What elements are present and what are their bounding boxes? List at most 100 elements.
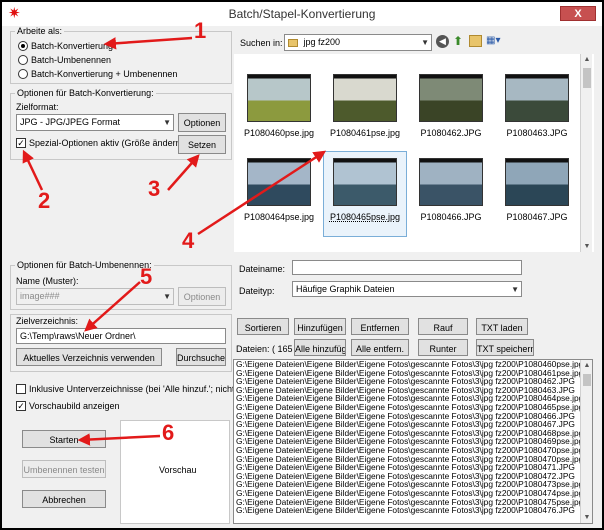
- app-logo-icon: ✷: [8, 5, 21, 22]
- rename-legend: Optionen für Batch-Umbenennen:: [17, 260, 152, 270]
- include-subdirectories-checkbox[interactable]: Inklusive Unterverzeichnisse (bei 'Alle …: [16, 384, 262, 394]
- annotation-number-1: 1: [194, 18, 207, 43]
- conversion-options-button[interactable]: Optionen: [178, 113, 226, 132]
- filetype-value: Häufige Graphik Dateien: [296, 284, 395, 294]
- scrollbar-thumb[interactable]: [583, 68, 591, 88]
- target-directory-input[interactable]: G:\Temp\raws\Neuer Ordner\: [16, 328, 226, 344]
- target-format-select[interactable]: JPG - JPG/JPEG Format ▼: [16, 114, 174, 131]
- folder-name: jpg fz200: [303, 37, 341, 47]
- thumbnail-image: [419, 158, 483, 206]
- scrollbar-thumb[interactable]: [583, 374, 591, 386]
- thumbnail-caption: P1080465pse.jpg: [329, 212, 401, 222]
- down-button[interactable]: Runter: [418, 339, 468, 356]
- window-title: Batch/Stapel-Konvertierung: [228, 7, 376, 21]
- thumbnail-item[interactable]: P1080463.JPG: [496, 74, 578, 138]
- annotation-number-2: 2: [38, 188, 51, 213]
- special-options-checkbox[interactable]: ✓ Spezial-Optionen aktiv (Größe ändern e…: [16, 138, 201, 148]
- radio-indicator: [18, 69, 28, 79]
- chevron-down-icon: ▼: [421, 38, 429, 47]
- folder-icon: [288, 38, 298, 47]
- checkbox-indicator: ✓: [16, 138, 26, 148]
- annotation-number-3: 3: [148, 176, 161, 201]
- show-preview-checkbox[interactable]: ✓ Vorschaubild anzeigen: [16, 401, 120, 411]
- rename-pattern-select[interactable]: image### ▼: [16, 288, 174, 305]
- conversion-legend: Optionen für Batch-Konvertierung:: [17, 88, 154, 98]
- thumbnail-caption: P1080463.JPG: [506, 128, 568, 138]
- thumbnail-image: [505, 158, 569, 206]
- annotation-arrow-3: [167, 154, 200, 191]
- rename-options-button[interactable]: Optionen: [178, 287, 226, 306]
- thumbnail-image: [419, 74, 483, 122]
- scroll-up-icon[interactable]: ▲: [581, 56, 593, 63]
- browse-button[interactable]: Durchsuchen: [176, 348, 226, 366]
- file-list[interactable]: G:\Eigene Dateien\Eigene Bilder\Eigene F…: [233, 359, 593, 524]
- radio-batch-convert-rename[interactable]: Batch-Konvertierung + Umbenennen: [18, 69, 177, 79]
- up-folder-icon[interactable]: ⬆: [453, 34, 466, 48]
- thumbnail-item[interactable]: P1080466.JPG: [410, 158, 492, 222]
- close-button[interactable]: X: [560, 6, 596, 21]
- thumbnail-item[interactable]: P1080465pse.jpg: [323, 151, 407, 237]
- folder-select[interactable]: jpg fz200 ▼: [284, 34, 432, 51]
- radio-indicator: [18, 41, 28, 51]
- radio-indicator: [18, 55, 28, 65]
- thumbnail-item[interactable]: P1080460pse.jpg: [238, 74, 320, 138]
- view-menu-icon[interactable]: ▦▾: [486, 35, 504, 47]
- file-list-scrollbar[interactable]: ▲ ▼: [580, 360, 592, 523]
- thumbnail-item[interactable]: P1080464pse.jpg: [238, 158, 320, 222]
- start-button[interactable]: Starten: [22, 430, 106, 448]
- radio-label: Batch-Umbenennen: [31, 55, 112, 65]
- up-button[interactable]: Rauf: [418, 318, 468, 335]
- scroll-down-icon[interactable]: ▼: [581, 514, 593, 521]
- thumbnail-view[interactable]: P1080460pse.jpg P1080461pse.jpg P1080462.J…: [234, 54, 594, 252]
- checkbox-label: Spezial-Optionen aktiv (Größe ändern etc…: [29, 138, 201, 148]
- filetype-select[interactable]: Häufige Graphik Dateien ▼: [292, 281, 522, 297]
- load-txt-button[interactable]: TXT laden: [476, 318, 528, 335]
- add-button[interactable]: Hinzufügen: [294, 318, 346, 335]
- new-folder-icon[interactable]: [469, 35, 482, 47]
- batch-convert-window: ✷ Batch/Stapel-Konvertierung X Arbeite a…: [0, 0, 604, 530]
- test-rename-button[interactable]: Umbenennen testen: [22, 460, 106, 478]
- thumbnail-item[interactable]: P1080461pse.jpg: [324, 74, 406, 138]
- filename-label: Dateiname:: [239, 264, 286, 274]
- preview-label: Vorschau: [159, 465, 197, 475]
- thumbnail-item[interactable]: P1080467.JPG: [496, 158, 578, 222]
- back-icon[interactable]: ◀: [436, 35, 449, 48]
- chevron-down-icon: ▼: [163, 292, 171, 301]
- scroll-up-icon[interactable]: ▲: [581, 362, 593, 369]
- thumbnail-image: [247, 158, 311, 206]
- target-format-label: Zielformat:: [16, 102, 59, 112]
- thumbnail-image: [333, 74, 397, 122]
- set-button[interactable]: Setzen: [178, 135, 226, 154]
- use-current-directory-button[interactable]: Aktuelles Verzeichnis verwenden: [16, 348, 162, 366]
- radio-batch-rename[interactable]: Batch-Umbenennen: [18, 55, 111, 65]
- thumbnail-caption: P1080462.JPG: [420, 128, 482, 138]
- mode-legend: Arbeite als:: [17, 26, 63, 36]
- thumbnail-caption: P1080464pse.jpg: [243, 212, 315, 222]
- preview-panel: Vorschau: [120, 420, 230, 524]
- rename-pattern-label: Name (Muster):: [16, 276, 79, 286]
- radio-label: Batch-Konvertierung: [31, 41, 114, 51]
- remove-button[interactable]: Entfernen: [351, 318, 409, 335]
- target-format-value: JPG - JPG/JPEG Format: [20, 117, 121, 127]
- thumbnail-caption: P1080460pse.jpg: [243, 128, 315, 138]
- checkbox-label: Inklusive Unterverzeichnisse (bei 'Alle …: [29, 384, 263, 394]
- sort-button[interactable]: Sortieren: [237, 318, 289, 335]
- annotation-number-4: 4: [182, 228, 195, 253]
- thumbnail-caption: P1080461pse.jpg: [329, 128, 401, 138]
- thumbnail-caption: P1080466.JPG: [420, 212, 482, 222]
- remove-all-button[interactable]: Alle entfern.: [351, 339, 409, 356]
- scroll-down-icon[interactable]: ▼: [581, 243, 593, 250]
- add-all-button[interactable]: Alle hinzufüg.: [294, 339, 346, 356]
- thumbnail-item[interactable]: P1080462.JPG: [410, 74, 492, 138]
- checkbox-indicator: [16, 384, 26, 394]
- title-bar: ✷ Batch/Stapel-Konvertierung X: [2, 2, 602, 26]
- filename-input[interactable]: [292, 260, 522, 275]
- checkbox-label: Vorschaubild anzeigen: [29, 401, 120, 411]
- save-txt-button[interactable]: TXT speichern: [476, 339, 534, 356]
- list-item[interactable]: G:\Eigene Dateien\Eigene Bilder\Eigene F…: [234, 506, 592, 515]
- radio-label: Batch-Konvertierung + Umbenennen: [31, 69, 178, 79]
- thumbnail-scrollbar[interactable]: ▲ ▼: [580, 54, 592, 252]
- thumbnail-image: [333, 158, 397, 206]
- radio-batch-convert[interactable]: Batch-Konvertierung: [18, 41, 113, 51]
- cancel-button[interactable]: Abbrechen: [22, 490, 106, 508]
